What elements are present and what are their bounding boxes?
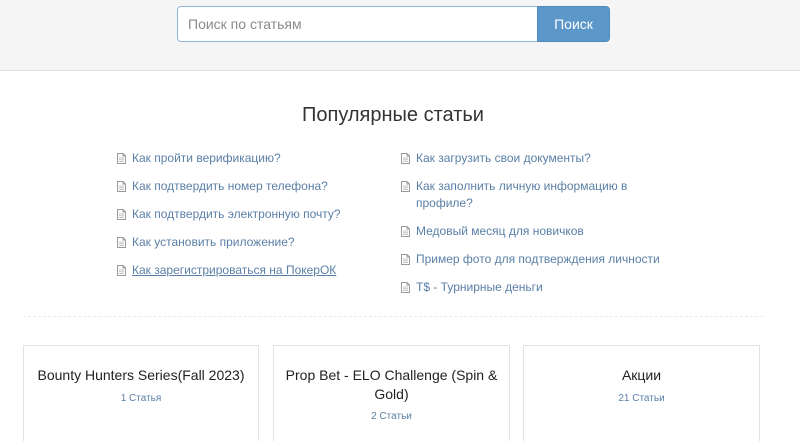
list-item: T$ - Турнирные деньги [401, 279, 661, 296]
document-icon [401, 226, 410, 237]
document-icon [401, 254, 410, 265]
list-item: Как заполнить личную информацию в профил… [401, 178, 661, 212]
popular-articles-right: Как загрузить свои документы? Как заполн… [401, 150, 661, 307]
category-card-bounty-hunters[interactable]: Bounty Hunters Series(Fall 2023) 1 Стать… [23, 345, 259, 441]
article-link[interactable]: Как загрузить свои документы? [416, 150, 591, 167]
category-title: Prop Bet - ELO Challenge (Spin & Gold) [285, 367, 498, 402]
article-link[interactable]: Как заполнить личную информацию в профил… [416, 178, 661, 212]
popular-articles-left: Как пройти верификацию? Как подтвердить … [117, 150, 387, 290]
category-card-promotions[interactable]: Акции 21 Статьи [523, 345, 760, 441]
article-link[interactable]: Как подтвердить электронную почту? [132, 206, 341, 223]
article-link[interactable]: Как пройти верификацию? [132, 150, 281, 167]
popular-articles-title: Популярные статьи [302, 104, 484, 126]
article-link[interactable]: Как подтвердить номер телефона? [132, 178, 328, 195]
category-title: Акции [621, 367, 662, 383]
document-icon [117, 237, 126, 248]
list-item: Медовый месяц для новичков [401, 223, 661, 240]
document-icon [117, 265, 126, 276]
category-card-prop-bet[interactable]: Prop Bet - ELO Challenge (Spin & Gold) 2… [273, 345, 510, 441]
section-divider [23, 316, 763, 317]
list-item: Как загрузить свои документы? [401, 150, 661, 167]
document-icon [117, 181, 126, 192]
list-item: Как установить приложение? [117, 234, 387, 251]
list-item: Как подтвердить электронную почту? [117, 206, 387, 223]
search-band: Поиск [0, 0, 800, 71]
document-icon [117, 153, 126, 164]
list-item: Как зарегистрироваться на ПокерОК [117, 262, 387, 279]
article-link[interactable]: Пример фото для подтверждения личности [416, 251, 660, 268]
document-icon [117, 209, 126, 220]
article-link-hovered[interactable]: Как зарегистрироваться на ПокерОК [132, 262, 336, 279]
category-title: Bounty Hunters Series(Fall 2023) [37, 367, 245, 383]
article-link[interactable]: T$ - Турнирные деньги [416, 279, 543, 296]
category-article-count: 21 Статьи [618, 393, 665, 404]
list-item: Как пройти верификацию? [117, 150, 387, 167]
document-icon [401, 181, 410, 192]
list-item: Пример фото для подтверждения личности [401, 251, 661, 268]
document-icon [401, 282, 410, 293]
document-icon [401, 153, 410, 164]
article-link[interactable]: Медовый месяц для новичков [416, 223, 584, 240]
search-input[interactable] [177, 6, 538, 42]
list-item: Как подтвердить номер телефона? [117, 178, 387, 195]
category-article-count: 2 Статьи [371, 411, 412, 422]
article-link[interactable]: Как установить приложение? [132, 234, 295, 251]
category-article-count: 1 Статья [120, 393, 162, 404]
search-button[interactable]: Поиск [537, 6, 610, 42]
